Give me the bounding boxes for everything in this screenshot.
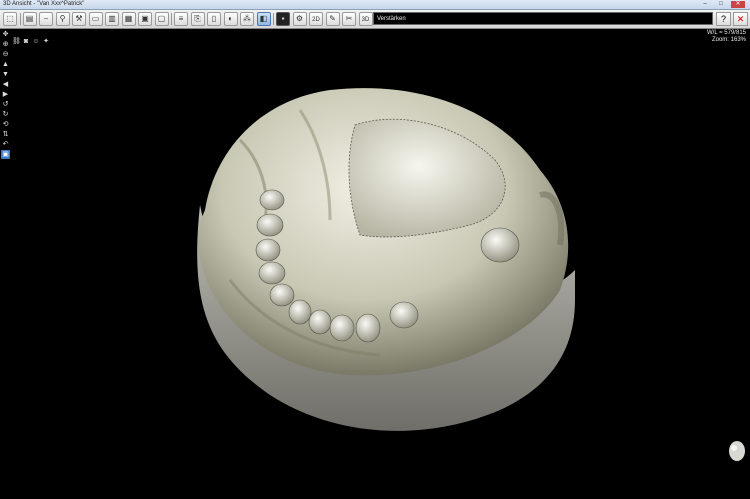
zoom-out-tool[interactable]: ⊖ xyxy=(1,50,10,59)
export-button[interactable]: ⎘ xyxy=(190,12,205,26)
window-level-readout: W/L = 579/815 xyxy=(707,30,746,36)
report-button[interactable]: ✎ xyxy=(325,12,340,26)
3d-button[interactable]: 3D xyxy=(358,12,373,26)
toolbar-separator xyxy=(171,13,172,25)
cursor-icon: ⬚ xyxy=(6,14,14,23)
ruler-icon: ⎯ xyxy=(44,14,48,23)
rotate-right-tool[interactable]: ↻ xyxy=(1,110,10,119)
reset-tool[interactable]: ⟲ xyxy=(1,120,10,129)
title-bar: 3D Ansicht - "Van Xxx^Patrick" – □ ✕ xyxy=(0,0,750,10)
2d-icon: 2D xyxy=(312,17,320,23)
hint-field: Verstärken xyxy=(373,12,713,25)
contrast-button[interactable]: ◐ xyxy=(223,12,238,26)
rotate-left-tool[interactable]: ↺ xyxy=(1,100,10,109)
3d-dental-model-view[interactable] xyxy=(12,40,750,499)
down-tool[interactable]: ▼ xyxy=(1,70,10,79)
report-icon: ✎ xyxy=(329,14,336,23)
orientation-head-icon xyxy=(729,441,745,461)
flip-tool[interactable]: ⇅ xyxy=(1,130,10,139)
stack-icon: ≡ xyxy=(178,14,184,23)
wrench-icon: ⚒ xyxy=(75,14,83,23)
color-tool[interactable]: ▣ xyxy=(1,150,10,159)
maximize-button[interactable]: □ xyxy=(714,1,728,8)
window-button[interactable]: ▣ xyxy=(138,12,152,26)
molecule-button[interactable]: ⁂ xyxy=(240,12,254,26)
up-tool[interactable]: ▲ xyxy=(1,60,10,69)
arrows-tool[interactable]: ✥ xyxy=(1,30,10,39)
tools-button[interactable]: ⚒ xyxy=(72,12,86,26)
hint-text: Verstärken xyxy=(377,16,406,22)
scissors-icon: ✂ xyxy=(345,14,353,23)
toolbar-separator xyxy=(273,13,274,25)
zoom-icon: ⚲ xyxy=(59,14,66,23)
export-icon: ⎘ xyxy=(194,14,201,23)
cube-icon: ◧ xyxy=(259,14,268,23)
settings-button[interactable]: ⚙ xyxy=(292,12,307,26)
stack-button[interactable]: ≡ xyxy=(174,12,188,26)
volume-button[interactable]: ◧ xyxy=(256,12,271,26)
ruler-button[interactable]: ⎯ xyxy=(39,12,53,26)
series-icon: ▦ xyxy=(124,14,133,23)
slice-icon: ▥ xyxy=(108,14,116,23)
zoom-button[interactable]: ⚲ xyxy=(55,12,70,26)
undo-tool[interactable]: ↶ xyxy=(1,140,10,149)
toolbar-separator xyxy=(19,13,21,25)
right-tool[interactable]: ▶ xyxy=(1,90,10,99)
thumbnail-icon: ▪ xyxy=(281,14,285,23)
slice-button[interactable]: ▥ xyxy=(105,12,119,26)
minimize-button[interactable]: – xyxy=(698,1,712,8)
gear-icon: ⚙ xyxy=(295,14,304,23)
panorama-button[interactable]: ▭ xyxy=(88,12,103,26)
close-button[interactable]: ✕ xyxy=(733,12,748,26)
molecule-icon: ⁂ xyxy=(243,14,251,23)
side-toolbar: ✥ ⊕ ⊖ ▲ ▼ ◀ ▶ ↺ ↻ ⟲ ⇅ ↶ ▣ xyxy=(1,30,11,160)
preview-button[interactable]: ▪ xyxy=(276,12,290,26)
monitor-icon: ▢ xyxy=(157,14,166,23)
3d-icon: 3D xyxy=(361,17,370,23)
window-title: 3D Ansicht - "Van Xxx^Patrick" xyxy=(3,1,85,7)
close-window-button[interactable]: ✕ xyxy=(731,1,745,8)
2d-button[interactable]: 2D xyxy=(309,12,323,26)
zoom-in-tool[interactable]: ⊕ xyxy=(1,40,10,49)
help-icon: ? xyxy=(720,14,726,24)
contrast-icon: ◐ xyxy=(228,14,233,23)
help-button[interactable]: ? xyxy=(716,12,731,26)
page-button[interactable]: ▯ xyxy=(207,12,221,26)
panorama-icon: ▭ xyxy=(91,14,100,23)
tools2-button[interactable]: ✂ xyxy=(342,12,356,26)
close-icon: ✕ xyxy=(736,14,745,24)
layout-icon: ▤ xyxy=(25,14,34,23)
mini-toolbar: ⛓ ◙ ☺ ✦ xyxy=(12,30,52,45)
series-button[interactable]: ▦ xyxy=(121,12,136,26)
select-tool-button[interactable]: ⬚ xyxy=(3,12,17,26)
layout-button[interactable]: ▤ xyxy=(22,12,37,26)
left-tool[interactable]: ◀ xyxy=(1,80,10,89)
window-icon: ▣ xyxy=(141,14,149,23)
screen-button[interactable]: ▢ xyxy=(154,12,169,26)
page-icon: ▯ xyxy=(211,14,217,23)
